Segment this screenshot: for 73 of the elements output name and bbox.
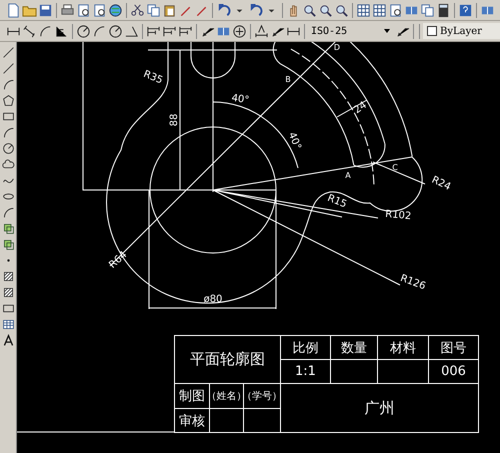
copy-icon[interactable] (146, 2, 161, 18)
text-icon[interactable] (2, 334, 14, 347)
help-icon[interactable] (458, 2, 473, 18)
polygon-icon[interactable] (2, 94, 14, 107)
zoom-icon[interactable] (318, 2, 333, 18)
school-name: 广州 (281, 384, 479, 433)
role-label: 审核 (175, 409, 210, 433)
dimension-label: R126 (398, 273, 427, 292)
grid-icon[interactable] (372, 2, 387, 18)
aligned-dimension-icon[interactable] (22, 24, 37, 38)
new-file-icon[interactable] (6, 2, 21, 18)
empty-cell (244, 409, 281, 433)
empty-cell (378, 360, 429, 384)
dimension-text-icon[interactable] (254, 24, 269, 38)
publish-icon[interactable] (92, 2, 107, 18)
document-icon[interactable] (388, 2, 403, 18)
arc-icon[interactable] (2, 206, 14, 219)
calculator-icon[interactable] (436, 2, 451, 18)
point-label: D (334, 43, 340, 52)
dimension-label: R35 (142, 68, 164, 86)
cloud-icon[interactable] (2, 158, 14, 171)
rectangle-icon[interactable] (2, 110, 14, 123)
rectangle-icon[interactable] (2, 302, 14, 315)
caret-icon (383, 27, 391, 35)
undo-icon[interactable] (216, 2, 231, 18)
diameter-dimension-icon[interactable] (108, 24, 123, 38)
line-icon[interactable] (2, 46, 14, 59)
dimension-label: 40° (286, 130, 303, 152)
zoom-icon[interactable] (334, 2, 349, 18)
point-label: A (345, 171, 351, 180)
preview-icon[interactable] (76, 2, 91, 18)
zoom-icon[interactable] (302, 2, 317, 18)
column-header: 材料 (378, 336, 429, 360)
globe-icon[interactable] (108, 2, 123, 18)
undo-icon[interactable] (248, 2, 263, 18)
table-cell: 1:1 (281, 360, 331, 384)
dimension-label: R15 (326, 192, 348, 210)
empty-cell (331, 360, 378, 384)
point-label: B (285, 75, 291, 84)
dimension-label: 40° (230, 92, 250, 106)
table-cell: （学号） (244, 384, 281, 409)
copy-icon[interactable] (420, 2, 435, 18)
block-icon[interactable] (2, 238, 14, 251)
dimension-label: 88 (169, 114, 180, 126)
table-cell: （姓名） (210, 384, 244, 409)
angular-dimension-icon[interactable] (124, 24, 139, 38)
dimension-label: R24 (430, 174, 452, 193)
circle-icon[interactable] (2, 142, 14, 155)
radius-dimension-icon[interactable] (76, 24, 91, 38)
empty-cell (210, 409, 244, 433)
paste-icon[interactable] (162, 2, 177, 18)
column-header: 比例 (281, 336, 331, 360)
arc-dimension-icon[interactable] (38, 24, 53, 38)
hatch-icon[interactable] (2, 270, 14, 283)
save-icon[interactable] (38, 2, 53, 18)
print-icon[interactable] (60, 2, 75, 18)
block-icon[interactable] (2, 222, 14, 235)
point-label: C (392, 163, 398, 172)
cut-icon[interactable] (130, 2, 145, 18)
drawing-title: 平面轮廓图 (175, 336, 281, 384)
center-mark-icon[interactable] (232, 24, 247, 38)
role-label: 制图 (175, 384, 210, 409)
dimension-label: ø80 (204, 294, 222, 305)
column-header: 数量 (331, 336, 378, 360)
properties-icon[interactable] (356, 2, 371, 18)
table-icon[interactable] (2, 318, 14, 331)
hatch-icon[interactable] (2, 286, 14, 299)
layer-checkbox[interactable]: ByLayer (423, 23, 500, 39)
arc-icon[interactable] (2, 78, 14, 91)
table-cell: 006 (429, 360, 479, 384)
arc-icon[interactable] (2, 126, 14, 139)
line-icon[interactable] (2, 62, 14, 75)
column-header: 图号 (429, 336, 479, 360)
